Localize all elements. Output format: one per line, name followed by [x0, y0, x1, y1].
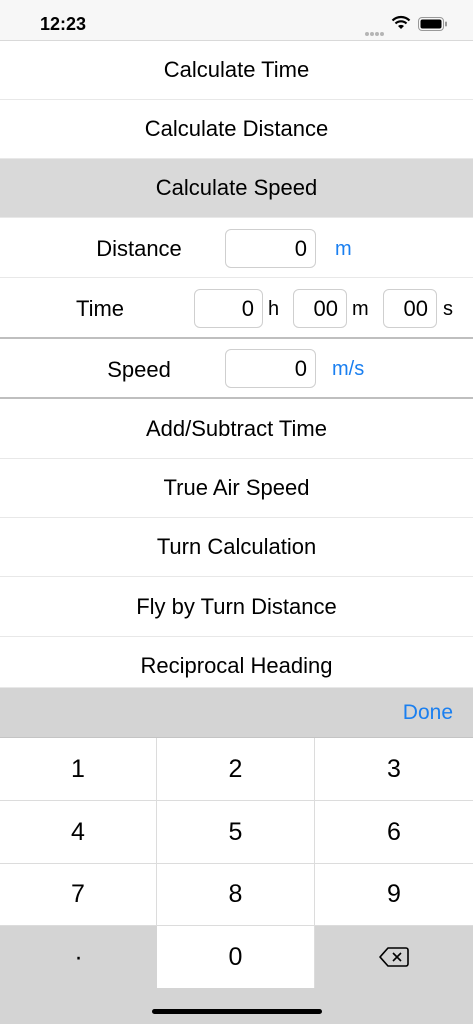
distance-row: Distance 0 m — [0, 218, 473, 278]
menu-item-label: Fly by Turn Distance — [136, 593, 337, 619]
speed-row: Speed 0 m/s — [0, 339, 473, 397]
seconds-field[interactable]: 00 — [383, 289, 437, 328]
distance-unit-button[interactable]: m — [335, 238, 352, 261]
menu-item-add-subtract-time[interactable]: Add/Subtract Time — [0, 399, 473, 459]
time-label: Time — [75, 296, 125, 321]
backspace-icon — [379, 947, 409, 967]
menu-item-label: Reciprocal Heading — [140, 653, 333, 678]
speed-label: Speed — [107, 357, 171, 382]
wifi-icon — [391, 15, 411, 29]
menu-item-label: Calculate Distance — [144, 116, 329, 141]
home-indicator — [152, 1009, 322, 1014]
hours-unit-label: h — [268, 298, 280, 320]
menu-item-true-air-speed[interactable]: True Air Speed — [0, 459, 473, 518]
key-2[interactable]: 2 — [157, 738, 315, 801]
key-5[interactable]: 5 — [157, 801, 315, 864]
key-8[interactable]: 8 — [157, 864, 315, 926]
seconds-unit-label: s — [443, 298, 453, 320]
menu-item-turn-calculation[interactable]: Turn Calculation — [0, 518, 473, 577]
cellular-signal-icon — [365, 23, 387, 36]
speed-unit-button[interactable]: m/s — [332, 358, 364, 381]
delete-key[interactable] — [315, 926, 473, 988]
key-decimal[interactable]: · — [0, 926, 157, 988]
menu-item-reciprocal-heading[interactable]: Reciprocal Heading — [0, 637, 473, 688]
menu-item-fly-by-turn-distance[interactable]: Fly by Turn Distance — [0, 577, 473, 637]
number-keypad: 1 2 3 4 5 6 7 8 9 · 0 — [0, 738, 473, 1024]
menu-item-label: True Air Speed — [163, 475, 310, 500]
menu-item-calculate-time[interactable]: Calculate Time — [0, 41, 473, 100]
key-6[interactable]: 6 — [315, 801, 473, 864]
keyboard-toolbar: Done — [0, 688, 473, 738]
speed-field[interactable]: 0 — [225, 349, 316, 388]
minutes-unit-label: m — [352, 298, 369, 320]
distance-label: Distance — [96, 236, 182, 261]
key-0[interactable]: 0 — [157, 926, 315, 988]
menu-item-label: Calculate Time — [163, 57, 310, 82]
menu-item-label: Turn Calculation — [156, 534, 317, 559]
distance-field[interactable]: 0 — [225, 229, 316, 268]
hours-field[interactable]: 0 — [194, 289, 263, 328]
battery-icon — [418, 17, 447, 31]
key-9[interactable]: 9 — [315, 864, 473, 926]
key-3[interactable]: 3 — [315, 738, 473, 801]
done-button[interactable]: Done — [403, 701, 453, 725]
menu-item-calculate-speed[interactable]: Calculate Speed — [0, 159, 473, 218]
status-time: 12:23 — [40, 14, 87, 34]
menu-item-calculate-distance[interactable]: Calculate Distance — [0, 100, 473, 159]
status-bar: 12:23 — [0, 0, 473, 41]
key-4[interactable]: 4 — [0, 801, 157, 864]
time-row: Time 0 h 00 m 00 s — [0, 278, 473, 337]
menu-item-label: Add/Subtract Time — [146, 415, 327, 441]
key-1[interactable]: 1 — [0, 738, 157, 801]
menu-item-label: Calculate Speed — [155, 175, 318, 200]
key-7[interactable]: 7 — [0, 864, 157, 926]
minutes-field[interactable]: 00 — [293, 289, 347, 328]
